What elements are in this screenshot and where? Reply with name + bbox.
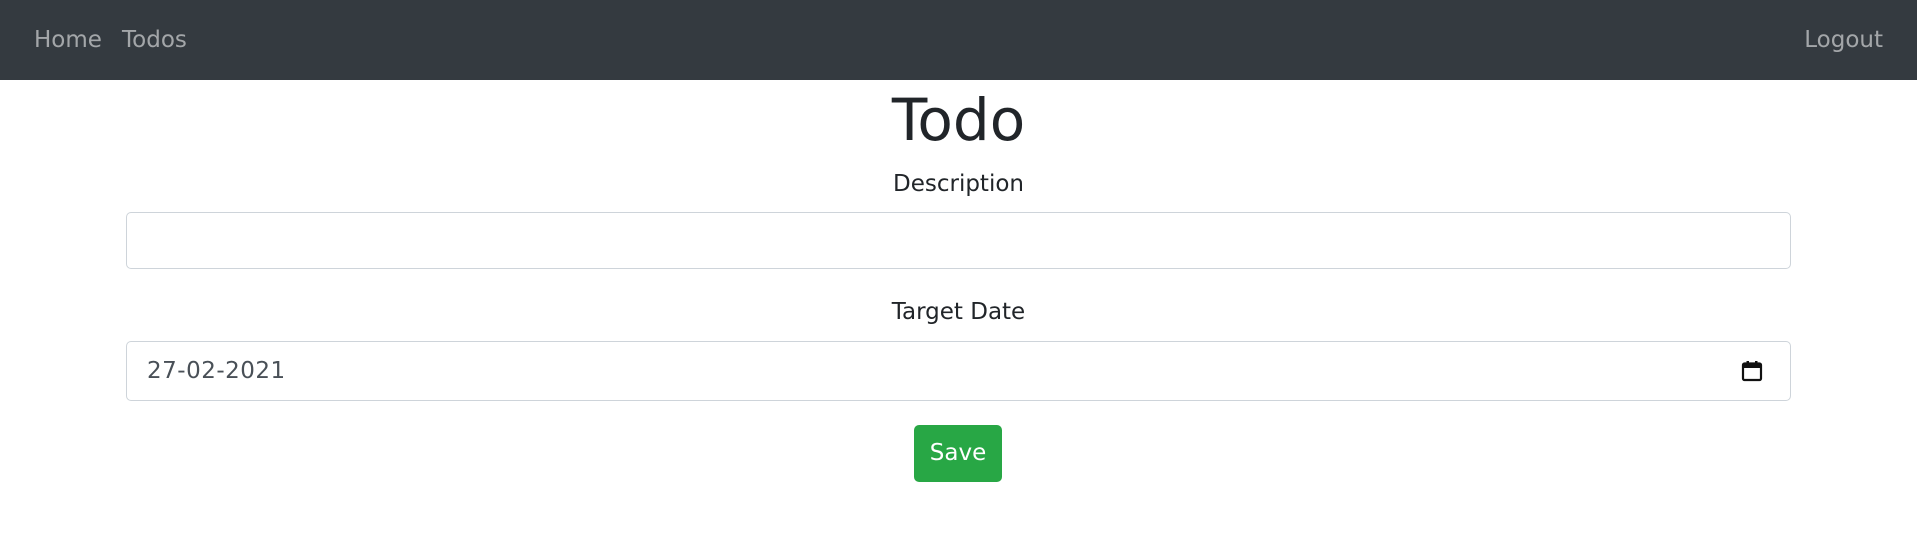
- description-input[interactable]: [126, 212, 1791, 269]
- nav-link-home[interactable]: Home: [34, 0, 102, 80]
- nav-link-todos[interactable]: Todos: [122, 0, 187, 80]
- logout-link[interactable]: Logout: [1804, 0, 1883, 80]
- page-title: Todo: [891, 86, 1026, 154]
- description-label: Description: [893, 171, 1024, 197]
- target-date-value: 27-02-2021: [147, 358, 286, 384]
- save-button[interactable]: Save: [914, 425, 1002, 482]
- calendar-icon[interactable]: [1740, 359, 1764, 383]
- top-navbar: Home Todos Logout: [0, 0, 1917, 80]
- target-date-input[interactable]: 27-02-2021: [126, 341, 1791, 401]
- target-date-label: Target Date: [891, 299, 1026, 325]
